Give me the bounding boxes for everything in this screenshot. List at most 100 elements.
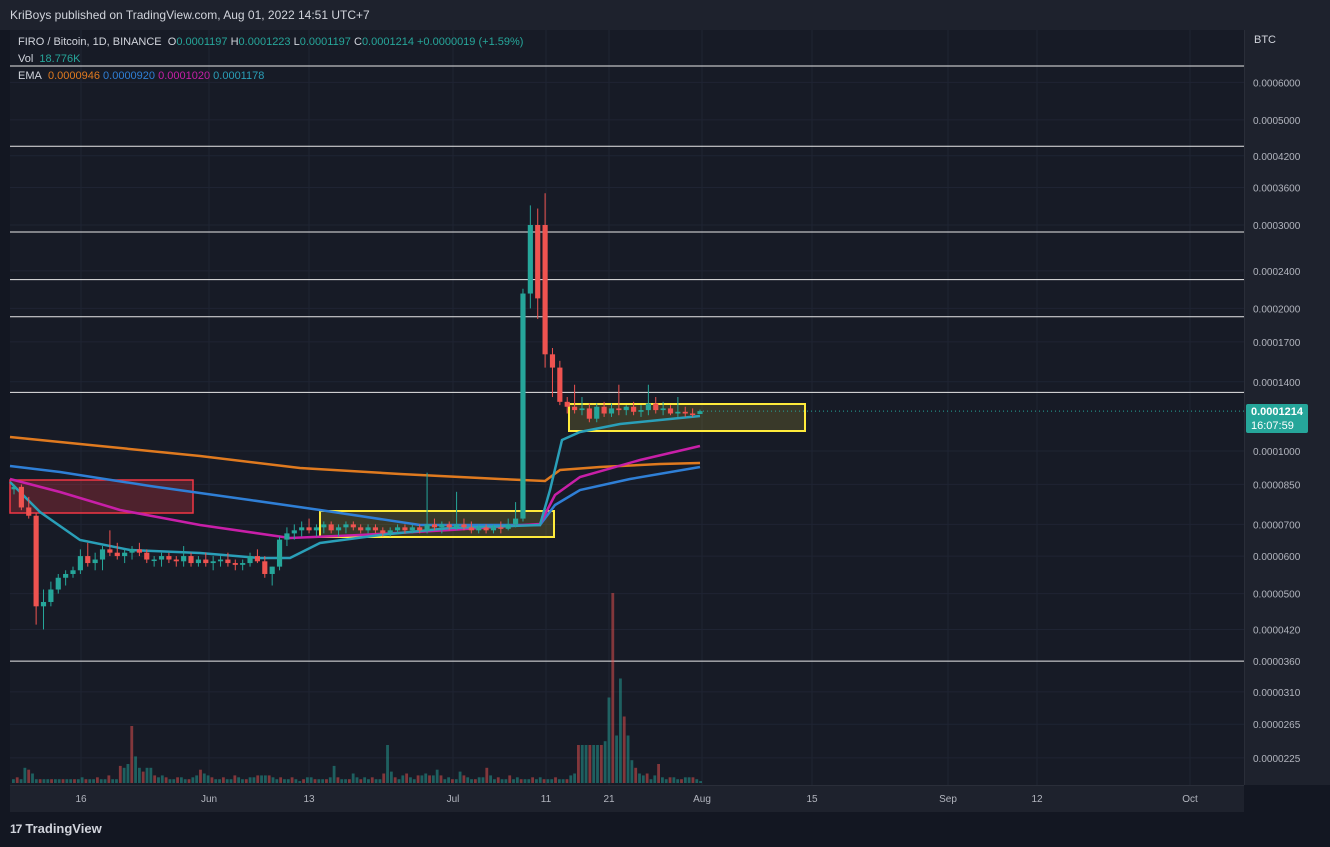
volume-bar bbox=[221, 777, 225, 783]
time-tick-label: Aug bbox=[693, 794, 711, 805]
volume-bar bbox=[645, 773, 649, 783]
brand-name: TradingView bbox=[25, 821, 102, 836]
volume-bar bbox=[416, 775, 420, 783]
candle-body bbox=[490, 527, 497, 531]
price-tick-label: 0.0000700 bbox=[1253, 520, 1301, 531]
volume-bar bbox=[84, 779, 88, 783]
time-tick-label: Sep bbox=[939, 794, 957, 805]
volume-bar bbox=[95, 777, 99, 783]
volume-bar bbox=[367, 779, 370, 783]
close-value: 0.0001214 bbox=[361, 36, 414, 48]
candle-body bbox=[675, 411, 681, 414]
chart-svg[interactable]: 0.0006000 0.0005000 0.0004200 0.0003600 0.00… bbox=[0, 0, 1330, 812]
volume-bar bbox=[485, 767, 489, 783]
volume-bar bbox=[496, 777, 500, 783]
candle-body bbox=[476, 527, 482, 531]
volume-bar bbox=[592, 745, 596, 783]
candle-body bbox=[394, 527, 401, 531]
volume-bar bbox=[462, 775, 466, 783]
volume-bar bbox=[160, 775, 164, 783]
volume-bar bbox=[229, 779, 233, 783]
time-tick-label: Oct bbox=[1182, 794, 1198, 805]
volume-bar bbox=[321, 779, 325, 783]
candle-body bbox=[631, 406, 637, 412]
ema-value-2: 0.0000920 bbox=[103, 70, 156, 82]
price-tick-label: 0.0000310 bbox=[1253, 688, 1301, 699]
volume-bar bbox=[351, 773, 355, 783]
volume-bar bbox=[435, 769, 439, 783]
volume-bar bbox=[183, 779, 187, 783]
candle-body bbox=[262, 561, 268, 574]
change-value: +0.0000019 (+1.59%) bbox=[417, 36, 524, 48]
volume-bar bbox=[23, 767, 27, 783]
candle-body bbox=[77, 556, 83, 571]
volume-bar bbox=[256, 775, 260, 783]
volume-bar bbox=[699, 781, 702, 783]
volume-bar bbox=[210, 777, 214, 783]
volume-bar bbox=[61, 779, 65, 783]
volume-bar bbox=[599, 745, 603, 783]
volume-bar bbox=[164, 777, 168, 783]
volume-bar bbox=[580, 745, 584, 783]
volume-bar bbox=[473, 779, 477, 783]
volume-bar bbox=[653, 775, 657, 783]
candle-body bbox=[114, 552, 120, 557]
candle-body bbox=[40, 601, 47, 607]
candle-body bbox=[247, 556, 253, 564]
candle-body bbox=[328, 524, 334, 531]
volume-bar bbox=[561, 779, 565, 783]
tradingview-logo[interactable]: 17 TradingView bbox=[10, 821, 102, 836]
candle-body bbox=[572, 406, 578, 411]
footer bbox=[0, 812, 1330, 847]
volume-bar bbox=[328, 777, 332, 783]
candle-body bbox=[446, 524, 452, 528]
volume-bar bbox=[687, 777, 691, 783]
candle-body bbox=[158, 556, 165, 560]
volume-bar bbox=[279, 777, 283, 783]
volume-bar bbox=[267, 775, 271, 783]
price-tick-label: 0.0000225 bbox=[1253, 754, 1301, 765]
candle-body bbox=[387, 530, 393, 534]
volume-bar bbox=[69, 779, 73, 783]
candle-body bbox=[136, 549, 142, 553]
volume-bar bbox=[88, 779, 92, 783]
candle-body bbox=[321, 524, 327, 528]
candle-body bbox=[431, 524, 438, 528]
price-tick-label: 0.0001000 bbox=[1253, 447, 1301, 458]
price-tick-label: 0.0003000 bbox=[1253, 221, 1301, 232]
candle-body bbox=[358, 527, 364, 531]
volume-bar bbox=[672, 777, 676, 783]
volume-bar bbox=[15, 777, 19, 783]
price-tick-label: 0.0000600 bbox=[1253, 552, 1301, 563]
ema-row[interactable]: EMA 0.0000946 0.0000920 0.0001020 0.0001… bbox=[18, 68, 523, 85]
vol-value: 18.776K bbox=[39, 53, 81, 65]
candle-body bbox=[33, 515, 39, 607]
candle-body bbox=[417, 527, 423, 531]
candle-body bbox=[11, 486, 17, 490]
volume-bar bbox=[80, 777, 84, 783]
volume-bar bbox=[126, 764, 130, 783]
volume-row[interactable]: Vol 18.776K bbox=[18, 51, 523, 68]
volume-bar bbox=[206, 775, 210, 783]
volume-bar bbox=[531, 777, 535, 783]
volume-bar bbox=[38, 779, 42, 783]
candle-body bbox=[70, 570, 76, 574]
price-tick-label: 0.0000265 bbox=[1253, 720, 1301, 731]
volume-bar bbox=[691, 777, 695, 783]
volume-bar bbox=[607, 697, 611, 783]
time-tick-label: Jul bbox=[447, 794, 460, 805]
candle-body bbox=[313, 527, 320, 531]
candle-body bbox=[645, 403, 651, 411]
symbol-label[interactable]: FIRO / Bitcoin, 1D, BINANCE bbox=[18, 36, 162, 48]
volume-bar bbox=[431, 775, 435, 783]
price-tick-label: 0.0003600 bbox=[1253, 183, 1301, 194]
volume-bar bbox=[668, 777, 672, 783]
volume-bar bbox=[168, 779, 172, 783]
open-value: 0.0001197 bbox=[176, 36, 228, 48]
volume-bar bbox=[199, 769, 202, 783]
volume-bar bbox=[420, 775, 424, 783]
volume-bar bbox=[519, 779, 523, 783]
candle-body bbox=[350, 524, 356, 528]
volume-bar bbox=[286, 779, 290, 783]
tradingview-mark-icon: 17 bbox=[10, 821, 22, 836]
